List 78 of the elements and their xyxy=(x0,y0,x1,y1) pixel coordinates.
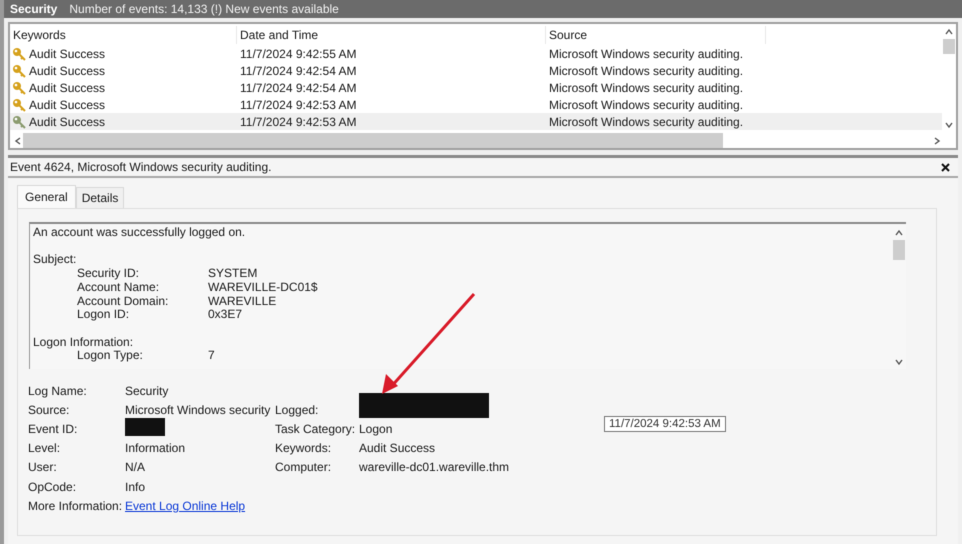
help-link[interactable]: Event Log Online Help xyxy=(125,498,246,513)
event-row[interactable]: Audit Success 11/7/2024 9:42:54 AM Microsoft Windows security auditing. xyxy=(10,62,942,79)
property-label: Event ID: xyxy=(28,422,78,436)
section-heading: Logon Information: xyxy=(33,334,134,349)
keywords-cell: Audit Success xyxy=(29,114,106,128)
event-row[interactable]: Audit Success 11/7/2024 9:42:53 AM Microsoft Windows security auditing. xyxy=(10,113,942,130)
property-label: Computer: xyxy=(275,460,332,474)
date-time-cell-text: 11/7/2024 9:42:53 AM xyxy=(239,98,358,112)
date-time-cell-text: 11/7/2024 9:42:54 AM xyxy=(239,80,358,94)
event-row[interactable]: Audit Success 11/7/2024 9:42:53 AM Microsoft Windows security auditing. xyxy=(10,96,942,113)
scrollbar-thumb[interactable] xyxy=(893,240,905,260)
key-icon xyxy=(12,98,27,112)
column-header[interactable]: Source xyxy=(546,26,766,44)
property-label: Level: xyxy=(28,441,62,456)
chevron-right-icon[interactable] xyxy=(932,136,942,146)
property-label: More Information: xyxy=(28,498,124,513)
keywords-cell: Audit Success xyxy=(29,98,106,112)
property-value: Audit Success xyxy=(359,441,436,456)
column-header[interactable]: Date and Time xyxy=(237,26,546,44)
date-time-cell-text: 11/7/2024 9:42:54 AM xyxy=(239,64,358,78)
property-value: Info xyxy=(125,480,146,494)
log-title: Security xyxy=(10,2,58,16)
keywords-cell: Audit Success xyxy=(29,64,106,78)
source-cell-text: Microsoft Windows security auditing. xyxy=(548,114,744,128)
source-cell-text: Microsoft Windows security auditing. xyxy=(548,80,744,94)
scrollbar-thumb[interactable] xyxy=(23,133,723,148)
property-label: Keywords: xyxy=(275,441,332,456)
property-value: N/A xyxy=(125,460,146,474)
field-value: WAREVILLE xyxy=(208,294,278,308)
key-icon xyxy=(12,46,27,60)
property-value: wareville-dc01.wareville.thm xyxy=(359,460,510,474)
chevron-up-icon[interactable] xyxy=(894,228,904,238)
source-cell-text: Microsoft Windows security auditing. xyxy=(548,98,744,112)
property-label: OpCode: xyxy=(28,480,78,494)
property-label: Task Category: xyxy=(275,422,356,436)
field-value: 0x3E7 xyxy=(208,308,244,322)
property-value: Security xyxy=(125,384,168,398)
keywords-cell: Audit Success xyxy=(29,46,106,60)
key-icon xyxy=(12,114,27,128)
property-value: Information xyxy=(125,441,186,456)
chevron-down-icon[interactable] xyxy=(944,120,954,130)
column-header[interactable]: Keywords xyxy=(10,26,237,44)
key-icon xyxy=(12,64,27,78)
field-label: Logon Type: xyxy=(77,349,144,363)
event-row[interactable]: Audit Success 11/7/2024 9:42:55 AM Microsoft Windows security auditing. xyxy=(10,45,942,62)
chevron-left-icon[interactable] xyxy=(13,136,23,146)
field-value: 7 xyxy=(208,349,216,363)
property-value: Logon xyxy=(359,422,392,436)
property-label: User: xyxy=(28,460,58,474)
field-value: WAREVILLE-DC01$ xyxy=(208,280,319,294)
tab[interactable]: Details xyxy=(76,187,124,208)
event-count-text: Number of events: 14,133 (!) New events available xyxy=(69,2,339,16)
field-label: Security ID: xyxy=(77,267,140,281)
field-value: SYSTEM xyxy=(208,267,258,281)
field-label: Logon ID: xyxy=(77,308,130,322)
tooltip: 11/7/2024 9:42:53 AM xyxy=(604,416,726,432)
chevron-down-icon[interactable] xyxy=(894,357,904,367)
property-value: Microsoft Windows security xyxy=(125,402,270,417)
close-icon[interactable] xyxy=(941,162,950,172)
field-label: Account Name: xyxy=(77,280,160,294)
key-icon xyxy=(12,80,27,94)
source-cell-text: Microsoft Windows security auditing. xyxy=(548,46,744,60)
property-label: Logged: xyxy=(275,402,320,417)
date-time-cell-text: 11/7/2024 9:42:53 AM xyxy=(239,114,358,128)
date-time-cell-text: 11/7/2024 9:42:55 AM xyxy=(239,46,358,60)
scrollbar-thumb[interactable] xyxy=(943,39,955,54)
section-heading: Subject: xyxy=(33,252,76,266)
chevron-up-icon[interactable] xyxy=(944,27,954,37)
source-cell-text: Microsoft Windows security auditing. xyxy=(548,64,744,78)
description-box[interactable]: An account was successfully logged on. Subject: Security ID: SYSTEM Account Name: WAREVILLE-DC01$ Account Domain: WAREVILLE Logon ID: 0x3E7 Logon Information: Logon Type: 7 xyxy=(29,222,906,369)
tab[interactable]: General xyxy=(17,185,76,208)
property-label: Log Name: xyxy=(28,384,88,398)
property-label: Source: xyxy=(28,402,70,417)
description-text: An account was successfully logged on. xyxy=(33,225,246,239)
event-title: Event 4624, Microsoft Windows security auditing. xyxy=(10,160,272,174)
field-label: Account Domain: xyxy=(77,294,170,308)
keywords-cell: Audit Success xyxy=(29,80,106,94)
event-row[interactable]: Audit Success 11/7/2024 9:42:54 AM Microsoft Windows security auditing. xyxy=(10,79,942,96)
